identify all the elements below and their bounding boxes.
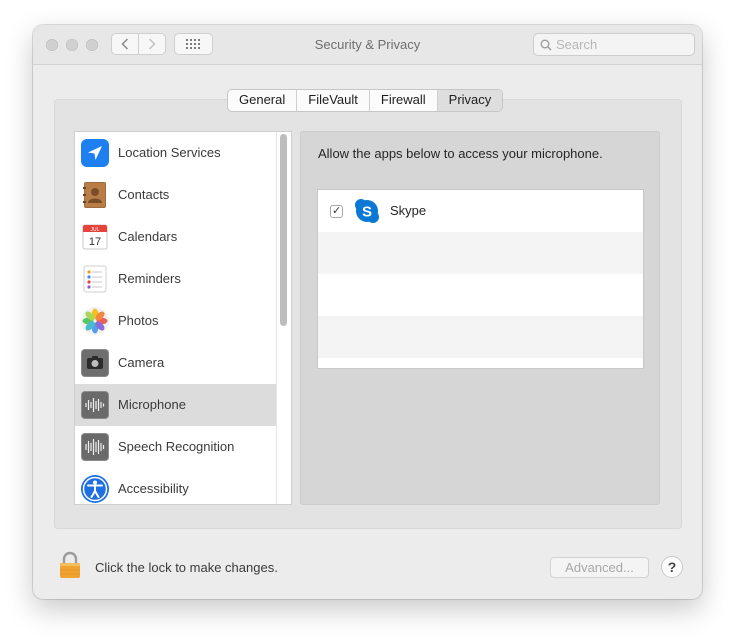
- advanced-button[interactable]: Advanced...: [550, 557, 649, 578]
- skype-permission-checkbox[interactable]: ✓: [330, 204, 343, 218]
- sidebar-item-contacts[interactable]: Contacts: [75, 174, 276, 216]
- security-privacy-window: Security & Privacy General FileVault Fir…: [33, 25, 702, 599]
- camera-icon: [81, 349, 109, 377]
- microphone-waveform-icon: [81, 391, 109, 419]
- tab-filevault[interactable]: FileVault: [297, 90, 370, 111]
- permission-description: Allow the apps below to access your micr…: [318, 146, 603, 161]
- sidebar-item-photos[interactable]: Photos: [75, 300, 276, 342]
- photos-flower-icon: [81, 307, 109, 335]
- reminders-list-icon: [83, 265, 107, 293]
- empty-row: [318, 316, 643, 358]
- sidebar-scroll-track: [276, 132, 277, 504]
- speech-waveform-icon: [81, 433, 109, 461]
- lock-icon[interactable]: [58, 551, 82, 579]
- search-field[interactable]: [533, 33, 695, 56]
- empty-row: [318, 274, 643, 316]
- sidebar-item-location-services[interactable]: Location Services: [75, 132, 276, 174]
- sidebar-item-label: Calendars: [118, 229, 178, 244]
- sidebar-item-microphone[interactable]: Microphone: [75, 384, 276, 426]
- sidebar-item-label: Location Services: [118, 145, 221, 160]
- app-permissions-pane: Allow the apps below to access your micr…: [300, 131, 660, 505]
- calendar-icon: JUL 17: [82, 224, 108, 250]
- sidebar-item-label: Reminders: [118, 271, 181, 286]
- tab-firewall[interactable]: Firewall: [370, 90, 438, 111]
- sidebar-item-calendars[interactable]: JUL 17 Calendars: [75, 216, 276, 258]
- lock-message: Click the lock to make changes.: [95, 560, 278, 575]
- titlebar: Security & Privacy: [33, 25, 702, 65]
- sidebar-item-label: Contacts: [118, 187, 170, 202]
- app-list: ✓ S Skype: [317, 189, 644, 369]
- sidebar-item-label: Photos: [118, 313, 159, 328]
- contacts-book-icon: [83, 182, 106, 208]
- sidebar-item-camera[interactable]: Camera: [75, 342, 276, 384]
- skype-icon: S: [355, 199, 379, 223]
- privacy-category-list[interactable]: Location Services Contacts JUL 17 Calend…: [74, 131, 292, 505]
- empty-row: [318, 232, 643, 274]
- app-row-skype[interactable]: ✓ S Skype: [318, 190, 643, 232]
- sidebar-item-label: Microphone: [118, 397, 186, 412]
- sidebar-item-reminders[interactable]: Reminders: [75, 258, 276, 300]
- tab-general[interactable]: General: [228, 90, 298, 111]
- tab-bar: General FileVault Firewall Privacy: [227, 89, 504, 112]
- sidebar-item-accessibility[interactable]: Accessibility: [75, 468, 276, 504]
- sidebar-item-speech-recognition[interactable]: Speech Recognition: [75, 426, 276, 468]
- sidebar-item-label: Speech Recognition: [118, 439, 235, 454]
- search-icon: [540, 39, 552, 51]
- tab-privacy[interactable]: Privacy: [437, 90, 503, 111]
- help-button[interactable]: ?: [661, 556, 683, 578]
- skype-icon-letter: S: [362, 204, 372, 221]
- sidebar-item-label: Accessibility: [118, 481, 189, 496]
- accessibility-person-icon: [81, 475, 109, 503]
- sidebar-scrollbar[interactable]: [280, 134, 287, 326]
- search-input[interactable]: [556, 34, 686, 55]
- app-name: Skype: [390, 203, 427, 218]
- calendar-icon-month: JUL: [91, 227, 100, 233]
- calendar-icon-day: 17: [89, 236, 101, 248]
- location-arrow-icon: [81, 139, 109, 167]
- sidebar-item-label: Camera: [118, 355, 165, 370]
- checkmark-icon: ✓: [332, 204, 342, 217]
